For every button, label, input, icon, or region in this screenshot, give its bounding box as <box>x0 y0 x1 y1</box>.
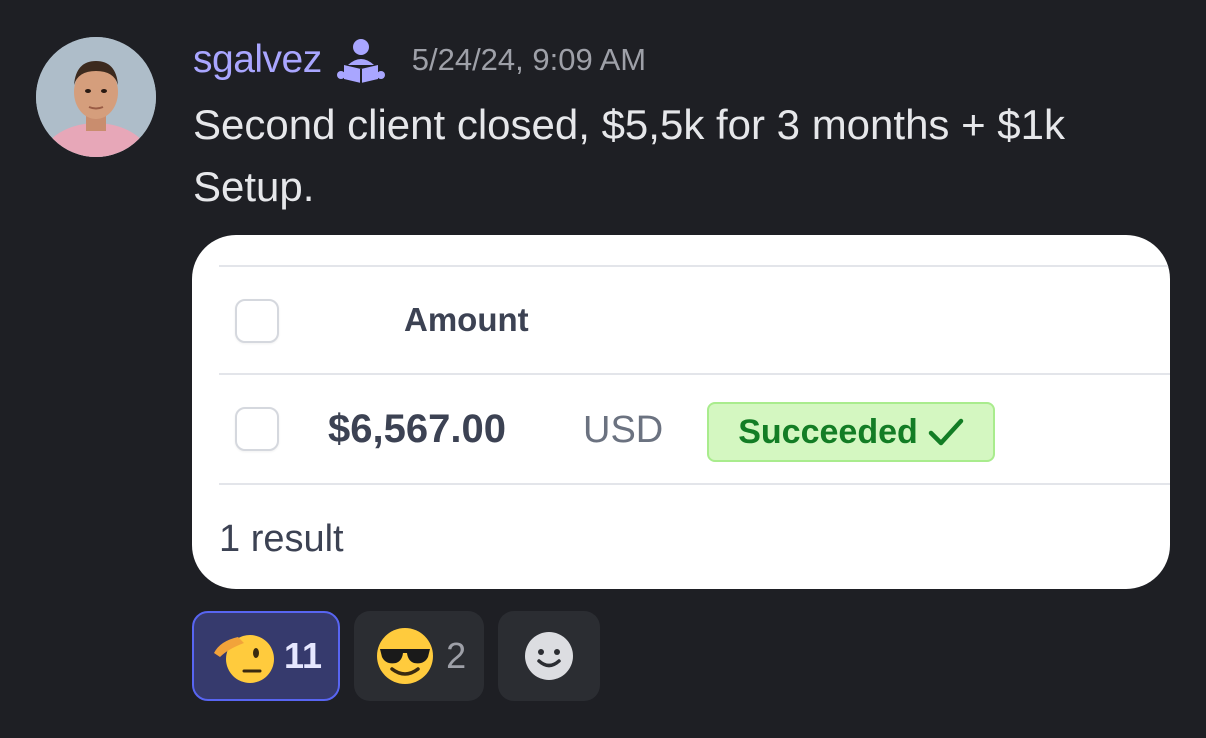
avatar[interactable] <box>36 37 156 157</box>
saluting-face-icon <box>214 635 274 683</box>
message-header: sgalvez 5/24/24, 9:09 AM <box>193 32 646 88</box>
reaction-count: 2 <box>446 635 467 676</box>
reaction-saluting-face[interactable]: 11 <box>192 611 341 701</box>
message-timestamp[interactable]: 5/24/24, 9:09 AM <box>412 42 646 78</box>
status-label: Succeeded <box>738 412 918 451</box>
results-count: 1 result <box>219 518 344 560</box>
row-checkbox <box>235 407 279 451</box>
smiling-face-with-sunglasses-icon <box>377 628 434 684</box>
checkmark-icon <box>928 418 964 446</box>
reaction-bar: 11 2 <box>192 611 601 701</box>
status-badge: Succeeded <box>707 402 995 462</box>
username[interactable]: sgalvez <box>193 38 322 82</box>
payment-currency: USD <box>583 409 664 451</box>
payment-amount: $6,567.00 <box>328 407 506 451</box>
divider <box>219 265 1170 267</box>
message-text: Second client closed, $5,5k for 3 months… <box>193 101 1066 210</box>
amount-column-header: Amount <box>404 301 529 338</box>
reader-role-icon[interactable] <box>336 35 386 85</box>
avatar-image <box>36 37 156 157</box>
reaction-sunglasses-face[interactable]: 2 <box>354 611 485 701</box>
reaction-count: 11 <box>284 635 323 676</box>
divider <box>219 373 1170 375</box>
select-all-checkbox <box>235 299 279 343</box>
add-reaction-icon <box>525 632 574 680</box>
divider <box>219 483 1170 485</box>
payment-screenshot[interactable]: Amount $6,567.00 USD Succeeded 1 result <box>192 235 1170 589</box>
add-reaction-button[interactable] <box>498 611 601 701</box>
